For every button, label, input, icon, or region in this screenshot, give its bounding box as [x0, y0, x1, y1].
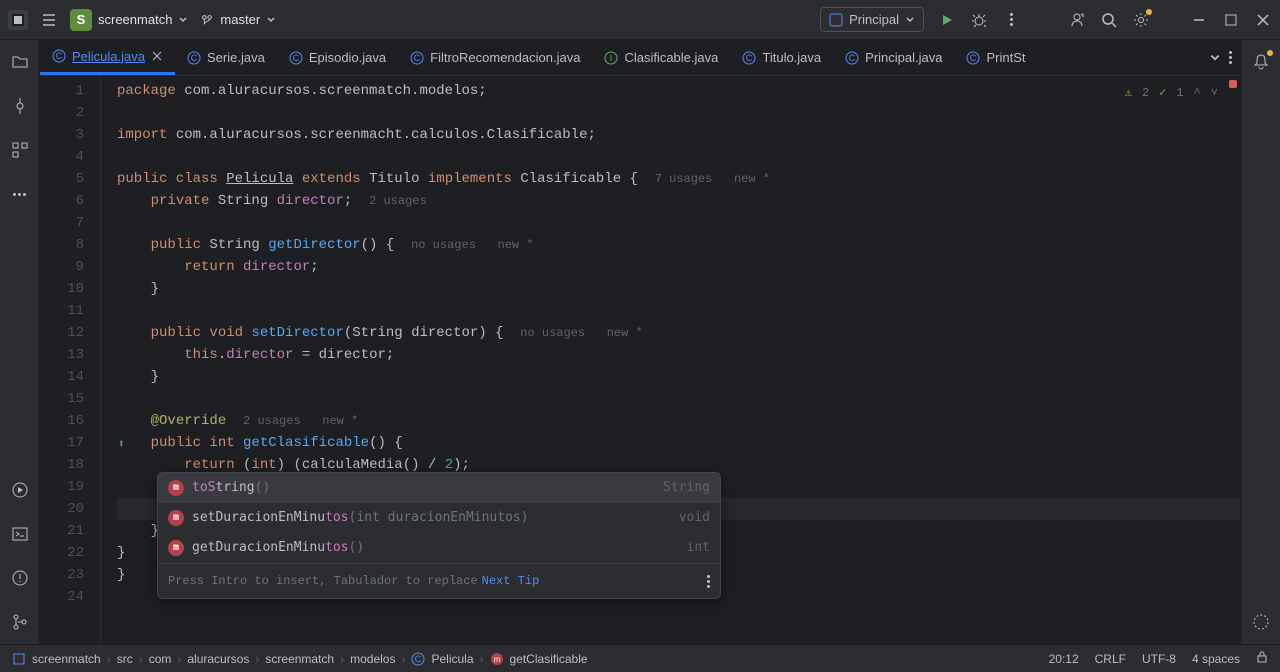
run-config-name: Principal [849, 12, 899, 27]
tab-principal[interactable]: C Principal.java [833, 40, 954, 75]
svg-text:m: m [493, 655, 500, 664]
module-icon [12, 652, 26, 666]
completion-hint: Press Intro to insert, Tabulador to repl… [158, 563, 720, 598]
class-icon: C [966, 51, 980, 65]
branch-icon [200, 13, 214, 27]
run-button[interactable] [938, 11, 956, 29]
gutter: 123456789101112131415161718192021222324 [40, 76, 100, 644]
readonly-icon[interactable] [1256, 651, 1268, 666]
method-icon: m [168, 480, 184, 496]
completion-item[interactable]: m getDuracionEnMinutos() int [158, 533, 720, 563]
more-actions-button[interactable] [1002, 11, 1020, 29]
tab-filtro[interactable]: C FiltroRecomendacion.java [398, 40, 592, 75]
next-tip-link[interactable]: Next Tip [482, 570, 540, 592]
project-name: screenmatch [98, 12, 172, 27]
close-icon[interactable] [151, 50, 163, 62]
debug-button[interactable] [970, 11, 988, 29]
settings-icon[interactable] [1132, 11, 1150, 29]
class-icon: C [845, 51, 859, 65]
code-with-me-icon[interactable] [1068, 11, 1086, 29]
class-icon: C [289, 51, 303, 65]
tab-label: Principal.java [865, 50, 942, 65]
class-icon: C [187, 51, 201, 65]
tab-printst[interactable]: C PrintSt [954, 40, 1037, 75]
svg-text:C: C [746, 53, 753, 63]
class-icon: C [742, 51, 756, 65]
breadcrumb[interactable]: screenmatch› src› com› aluracursos› scre… [12, 652, 588, 666]
tab-label: FiltroRecomendacion.java [430, 50, 580, 65]
completion-item[interactable]: m toString() String [158, 473, 720, 503]
application-icon [829, 13, 843, 27]
tab-titulo[interactable]: C Titulo.java [730, 40, 833, 75]
structure-tool-icon[interactable] [10, 140, 30, 160]
code-editor[interactable]: ⚠2 ✓1 ^˅ package com.aluracursos.screenm… [100, 76, 1240, 644]
tab-label: Pelicula.java [72, 49, 145, 64]
project-tool-icon[interactable] [10, 52, 30, 72]
interface-icon: I [604, 51, 618, 65]
cursor-position[interactable]: 20:12 [1049, 652, 1079, 666]
project-dropdown[interactable]: S screenmatch [70, 9, 188, 31]
problems-tool-icon[interactable] [10, 568, 30, 588]
editor-tabs: C Pelicula.java C Serie.java C Episodio.ja… [40, 40, 1240, 76]
run-tool-icon[interactable] [10, 480, 30, 500]
svg-text:C: C [56, 51, 63, 61]
completion-item[interactable]: m setDuracionEnMinutos(int duracionEnMin… [158, 503, 720, 533]
svg-text:I: I [610, 53, 613, 63]
tab-clasificable[interactable]: I Clasificable.java [592, 40, 730, 75]
tab-label: Titulo.java [762, 50, 821, 65]
vcs-tool-icon[interactable] [10, 612, 30, 632]
notifications-icon[interactable] [1251, 52, 1271, 72]
method-icon: m [490, 652, 504, 666]
class-icon: C [411, 652, 425, 666]
maximize-button[interactable] [1222, 11, 1240, 29]
method-icon: m [168, 540, 184, 556]
commit-tool-icon[interactable] [10, 96, 30, 116]
tab-episodio[interactable]: C Episodio.java [277, 40, 398, 75]
project-badge: S [70, 9, 92, 31]
svg-text:C: C [849, 53, 856, 63]
search-icon[interactable] [1100, 11, 1118, 29]
terminal-tool-icon[interactable] [10, 524, 30, 544]
inspections-widget[interactable]: ⚠2 ✓1 ^˅ [1125, 82, 1218, 104]
run-config-dropdown[interactable]: Principal [820, 7, 924, 32]
branch-dropdown[interactable]: master [200, 12, 276, 27]
more-tools-icon[interactable] [10, 184, 30, 204]
class-icon: C [52, 49, 66, 63]
tab-label: Episodio.java [309, 50, 386, 65]
tab-serie[interactable]: C Serie.java [175, 40, 277, 75]
status-bar: screenmatch› src› com› aluracursos› scre… [0, 644, 1280, 672]
line-separator[interactable]: CRLF [1095, 652, 1126, 666]
popup-more-icon[interactable] [707, 575, 710, 588]
chevron-down-icon [266, 15, 276, 25]
svg-text:C: C [293, 53, 300, 63]
svg-text:C: C [415, 654, 422, 664]
right-sidebar [1240, 40, 1280, 644]
chevron-down-icon[interactable] [1209, 52, 1221, 64]
indent[interactable]: 4 spaces [1192, 652, 1240, 666]
svg-text:C: C [191, 53, 198, 63]
svg-text:C: C [414, 53, 421, 63]
svg-text:C: C [970, 53, 977, 63]
chevron-down-icon [905, 15, 915, 25]
tab-more-icon[interactable] [1229, 51, 1232, 64]
encoding[interactable]: UTF-8 [1142, 652, 1176, 666]
left-sidebar [0, 40, 40, 644]
chevron-down-icon [178, 15, 188, 25]
close-button[interactable] [1254, 11, 1272, 29]
ai-assistant-icon[interactable] [1251, 612, 1271, 632]
method-icon: m [168, 510, 184, 526]
tab-pelicula[interactable]: C Pelicula.java [40, 40, 175, 75]
minimize-button[interactable] [1190, 11, 1208, 29]
completion-popup: m toString() String m setDuracionEnMinut… [157, 472, 721, 599]
tab-label: Clasificable.java [624, 50, 718, 65]
tab-label: Serie.java [207, 50, 265, 65]
hamburger-icon[interactable] [40, 11, 58, 29]
app-logo [8, 10, 28, 30]
class-icon: C [410, 51, 424, 65]
branch-name: master [220, 12, 260, 27]
tab-label: PrintSt [986, 50, 1025, 65]
